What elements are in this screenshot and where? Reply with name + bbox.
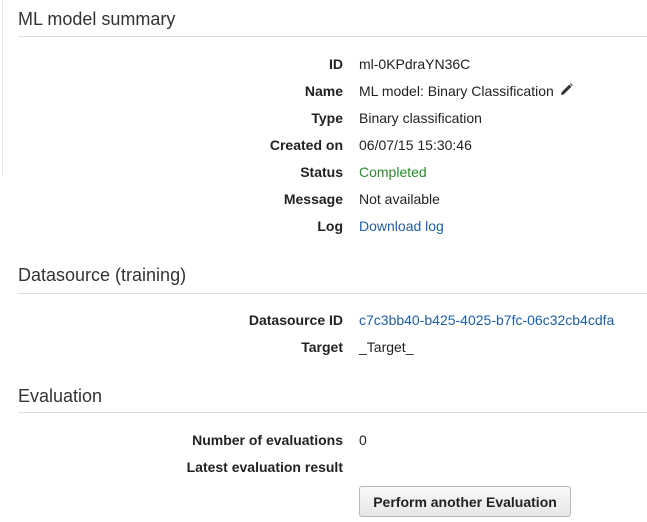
download-log-link[interactable]: Download log (359, 216, 444, 236)
summary-divider (18, 36, 647, 37)
field-datasource-id: Datasource ID c7c3bb40-b425-4025-b7fc-06… (0, 310, 647, 330)
summary-title: ML model summary (18, 9, 176, 29)
field-label: Type (311, 110, 343, 126)
field-label: ID (329, 56, 343, 72)
datasource-id-link[interactable]: c7c3bb40-b425-4025-b7fc-06c32cb4cdfa (359, 310, 614, 330)
field-number-of-evaluations: Number of evaluations 0 (0, 430, 647, 450)
field-target: Target _Target_ (0, 337, 647, 357)
field-label: Log (317, 218, 343, 234)
evaluation-title: Evaluation (18, 386, 103, 406)
field-label: Message (283, 191, 343, 207)
field-log: Log Download log (0, 216, 647, 236)
field-label: Target (301, 339, 343, 355)
field-status: Status Completed (0, 162, 647, 182)
field-label: Number of evaluations (192, 432, 343, 448)
field-latest-evaluation-result: Latest evaluation result (0, 457, 647, 477)
created-on-value: 06/07/15 15:30:46 (359, 137, 472, 153)
field-label: Name (304, 83, 343, 99)
target-value: _Target_ (359, 339, 414, 355)
field-label: Status (300, 164, 343, 180)
evaluation-divider (18, 412, 647, 413)
model-type-value: Binary classification (359, 110, 482, 126)
field-type: Type Binary classification (0, 108, 647, 128)
model-id-value: ml-0KPdraYN36C (359, 56, 471, 72)
field-message: Message Not available (0, 189, 647, 209)
message-value: Not available (359, 191, 440, 207)
status-value: Completed (359, 164, 427, 180)
model-name-value: ML model: Binary Classification (359, 81, 573, 101)
model-name-text: ML model: Binary Classification (359, 83, 554, 99)
field-created-on: Created on 06/07/15 15:30:46 (0, 135, 647, 155)
field-label: Datasource ID (248, 312, 343, 328)
datasource-divider (18, 293, 647, 294)
field-id: ID ml-0KPdraYN36C (0, 54, 647, 74)
field-label: Created on (269, 137, 343, 153)
pencil-icon[interactable] (560, 81, 573, 101)
field-name: Name ML model: Binary Classification (0, 81, 647, 101)
datasource-title: Datasource (training) (18, 265, 187, 285)
perform-evaluation-button[interactable]: Perform another Evaluation (359, 486, 571, 517)
field-label: Latest evaluation result (186, 459, 343, 475)
number-of-evaluations-value: 0 (359, 432, 367, 448)
